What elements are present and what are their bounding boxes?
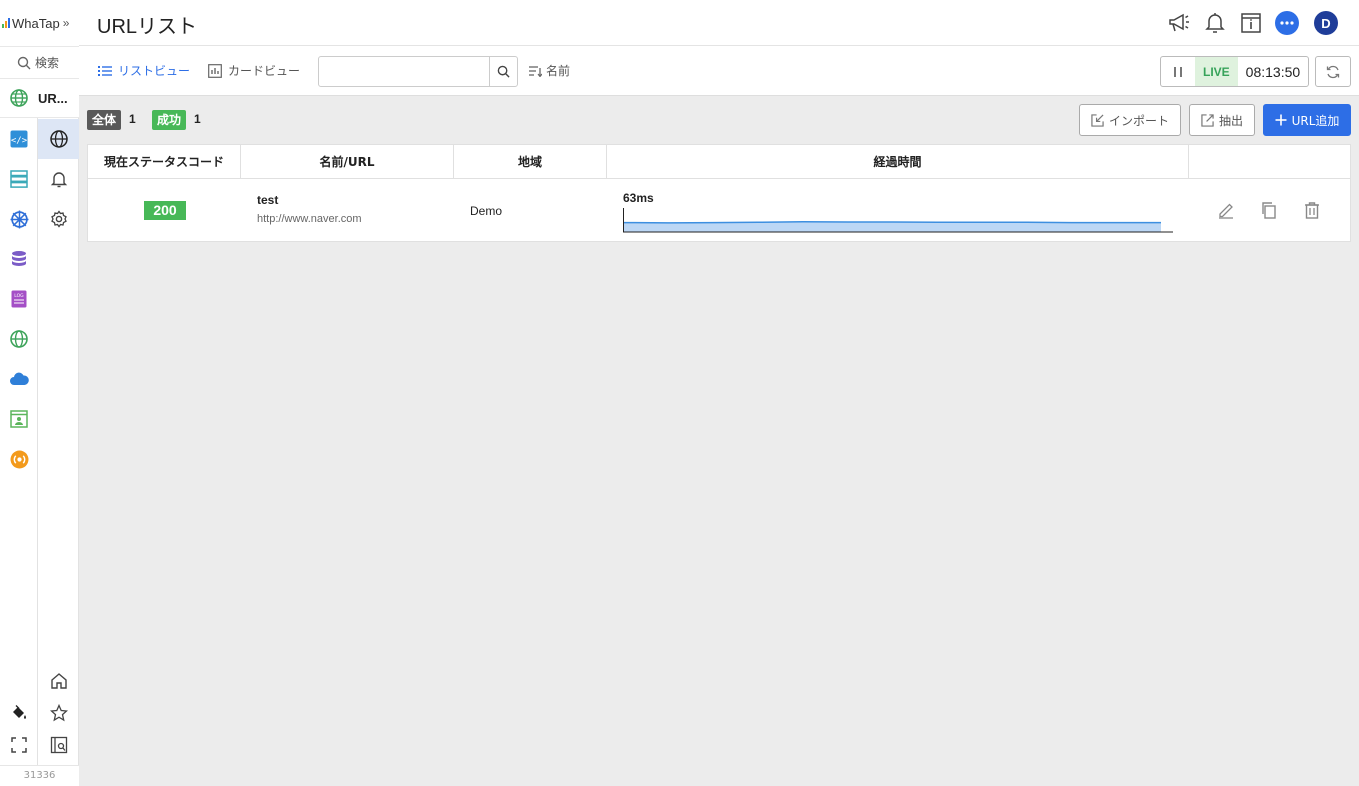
export-icon bbox=[1201, 113, 1214, 127]
logo-bars-icon bbox=[2, 18, 10, 28]
table-row[interactable]: 200 test http://www.naver.com Demo 63ms bbox=[88, 179, 1350, 241]
database-icon[interactable] bbox=[9, 249, 29, 269]
version-label: 31336 bbox=[0, 765, 79, 786]
elapsed-trend-chart bbox=[623, 208, 1173, 233]
svg-text:</>: </> bbox=[11, 136, 28, 146]
log-icon[interactable]: LOG bbox=[9, 289, 29, 309]
elapsed-value: 63ms bbox=[623, 191, 654, 205]
trash-icon bbox=[1305, 202, 1319, 219]
page-title: URLリスト bbox=[97, 16, 198, 38]
search-input[interactable] bbox=[319, 57, 490, 86]
kubernetes-icon[interactable] bbox=[9, 209, 29, 229]
globe-icon bbox=[10, 89, 28, 107]
svg-text:LOG: LOG bbox=[14, 293, 24, 299]
notification-bell-icon[interactable] bbox=[1203, 11, 1227, 35]
sidebar-search[interactable]: 検索 bbox=[0, 46, 79, 79]
search-box bbox=[318, 56, 518, 87]
copy-button[interactable] bbox=[1258, 199, 1280, 221]
import-label: インポート bbox=[1108, 113, 1169, 128]
search-icon bbox=[17, 56, 31, 69]
page-header: URLリスト D bbox=[79, 0, 1359, 46]
column-header-region[interactable]: 地域 bbox=[454, 145, 607, 179]
url-table: 現在ステータスコード 名前/URL 地域 経過時間 200 test http:… bbox=[87, 144, 1351, 242]
tab-card-view[interactable]: カードビュー bbox=[208, 62, 300, 79]
sort-icon bbox=[529, 65, 542, 77]
live-clock: 08:13:50 bbox=[1245, 63, 1301, 80]
success-badge: 成功 bbox=[152, 110, 187, 130]
star-icon bbox=[49, 704, 68, 722]
user-avatar[interactable]: D bbox=[1314, 11, 1338, 35]
fullscreen-icon[interactable] bbox=[9, 735, 29, 755]
project-name: UR... bbox=[38, 90, 68, 106]
edit-icon bbox=[1219, 203, 1233, 219]
elapsed-trend-line bbox=[623, 220, 1161, 224]
search-button[interactable] bbox=[489, 57, 517, 86]
alert-menu[interactable] bbox=[38, 159, 79, 199]
url-name[interactable]: test bbox=[257, 193, 278, 207]
copy-icon bbox=[1262, 202, 1276, 219]
sitemap-button[interactable] bbox=[38, 725, 79, 765]
sidebar-search-label: 検索 bbox=[35, 56, 60, 70]
brand-name: WhaTap bbox=[12, 15, 60, 31]
server-icon[interactable] bbox=[9, 169, 29, 189]
total-badge: 全体 bbox=[87, 110, 122, 130]
whatap-logo[interactable]: WhaTap » bbox=[0, 0, 79, 46]
column-header-status[interactable]: 現在ステータスコード bbox=[88, 145, 241, 179]
toolbar: リストビュー カードビュー 名前 LIVE 08:13:50 bbox=[79, 46, 1359, 96]
import-button[interactable]: インポート bbox=[1079, 104, 1181, 136]
refresh-icon bbox=[1326, 65, 1340, 78]
add-url-label: URL追加 bbox=[1291, 113, 1340, 128]
live-control: LIVE 08:13:50 bbox=[1160, 56, 1309, 87]
refresh-button[interactable] bbox=[1315, 56, 1351, 87]
region-value: Demo bbox=[470, 204, 503, 218]
expand-chevron-icon[interactable]: » bbox=[63, 16, 70, 30]
tab-card-view-label: カードビュー bbox=[228, 64, 301, 78]
delete-button[interactable] bbox=[1301, 199, 1323, 221]
column-header-elapsed[interactable]: 経過時間 bbox=[607, 145, 1189, 179]
live-badge: LIVE bbox=[1195, 57, 1238, 86]
chart-card-icon bbox=[208, 63, 222, 78]
total-count: 1 bbox=[129, 112, 136, 126]
sitemap-search-icon bbox=[50, 736, 67, 754]
import-icon bbox=[1091, 113, 1104, 127]
gear-icon bbox=[50, 210, 67, 228]
success-count: 1 bbox=[194, 112, 201, 126]
tab-list-view-label: リストビュー bbox=[118, 64, 191, 78]
code-icon[interactable]: </> bbox=[9, 129, 29, 149]
settings-menu[interactable] bbox=[38, 199, 79, 239]
project-selector[interactable]: UR... bbox=[0, 79, 79, 118]
edit-button[interactable] bbox=[1215, 199, 1237, 221]
sort-selector[interactable]: 名前 bbox=[529, 62, 570, 79]
search-icon bbox=[497, 65, 510, 78]
paint-bucket-icon[interactable] bbox=[9, 703, 29, 723]
info-panel-icon[interactable] bbox=[1239, 11, 1263, 35]
url-address: http://www.naver.com bbox=[257, 213, 362, 225]
url-list-menu[interactable] bbox=[38, 119, 79, 159]
column-header-name-url[interactable]: 名前/URL bbox=[241, 145, 454, 179]
home-icon bbox=[50, 673, 67, 689]
export-button[interactable]: 抽出 bbox=[1189, 104, 1255, 136]
browser-user-icon[interactable] bbox=[9, 409, 29, 429]
sort-label: 名前 bbox=[546, 64, 571, 78]
status-code-badge: 200 bbox=[144, 201, 186, 220]
add-url-button[interactable]: URL追加 bbox=[1263, 104, 1351, 136]
chat-icon[interactable] bbox=[1275, 11, 1299, 35]
cloud-icon[interactable] bbox=[9, 369, 29, 389]
signal-icon[interactable] bbox=[9, 449, 29, 469]
bell-icon bbox=[50, 172, 67, 188]
globe-icon[interactable] bbox=[9, 329, 29, 349]
export-label: 抽出 bbox=[1218, 113, 1243, 128]
pause-icon bbox=[1174, 66, 1182, 77]
column-header-actions bbox=[1189, 145, 1350, 179]
list-icon bbox=[98, 65, 112, 76]
plus-icon bbox=[1275, 114, 1287, 126]
table-header: 現在ステータスコード 名前/URL 地域 経過時間 bbox=[88, 145, 1350, 179]
globe-icon bbox=[49, 130, 68, 148]
megaphone-icon[interactable] bbox=[1167, 11, 1191, 35]
tab-list-view[interactable]: リストビュー bbox=[98, 62, 190, 79]
pause-button[interactable] bbox=[1161, 57, 1195, 86]
